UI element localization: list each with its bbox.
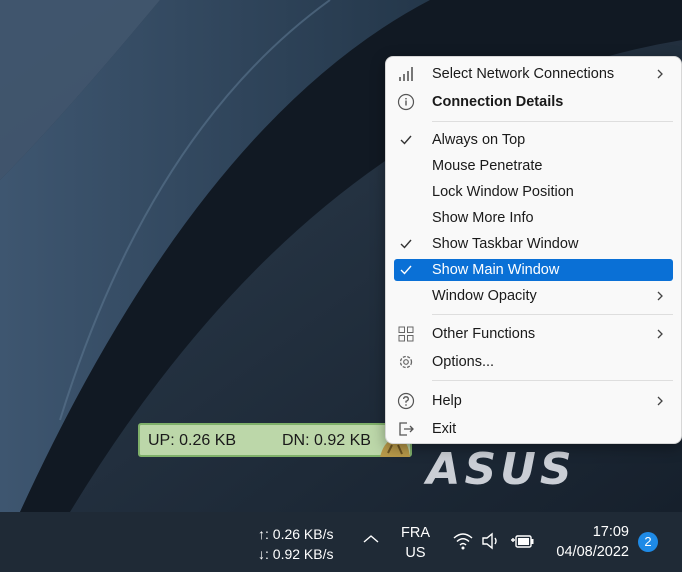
battery-plug-icon xyxy=(511,535,534,548)
taskbar: ↑: 0.26 KB/s ↓: 0.92 KB/s FRA US 17:09 0… xyxy=(0,512,682,572)
lang-primary: FRA xyxy=(401,525,430,541)
asus-logo: ASUS xyxy=(426,444,576,495)
menu-item-label: Mouse Penetrate xyxy=(432,158,543,174)
menu-item-window-opacity[interactable]: Window Opacity xyxy=(394,285,673,307)
info-icon xyxy=(396,92,416,112)
chevron-right-icon xyxy=(657,329,663,339)
menu-item-select-network-connections[interactable]: Select Network Connections xyxy=(394,63,673,85)
menu-item-label: Window Opacity xyxy=(432,288,537,304)
checkmark-icon xyxy=(396,260,416,280)
menu-item-label: Show Taskbar Window xyxy=(432,236,579,252)
menu-item-mouse-penetrate[interactable]: Mouse Penetrate xyxy=(394,155,673,177)
menu-item-options[interactable]: Options... xyxy=(394,351,673,373)
help-icon xyxy=(396,391,416,411)
menu-item-show-more-info[interactable]: Show More Info xyxy=(394,207,673,229)
chevron-right-icon xyxy=(657,396,663,406)
menu-separator xyxy=(432,380,673,381)
notification-badge[interactable]: 2 xyxy=(638,532,658,552)
checkmark-icon xyxy=(396,234,416,254)
clock-time: 17:09 xyxy=(592,524,629,540)
clock[interactable]: 17:09 04/08/2022 xyxy=(551,522,629,562)
widget-upload-speed: UP: 0.26 KB xyxy=(148,432,237,449)
menu-item-label: Always on Top xyxy=(432,132,526,148)
menu-item-label: Show More Info xyxy=(432,210,534,226)
menu-item-label: Lock Window Position xyxy=(432,184,574,200)
chevron-right-icon xyxy=(657,291,663,301)
exit-icon xyxy=(396,419,416,439)
taskbar-download-speed: ↓: 0.92 KB/s xyxy=(258,546,334,562)
menu-item-connection-details[interactable]: Connection Details xyxy=(394,91,673,113)
menu-item-label: Select Network Connections xyxy=(432,66,615,82)
menu-item-always-on-top[interactable]: Always on Top xyxy=(394,129,673,151)
speaker-icon xyxy=(482,532,497,550)
menu-item-lock-window-position[interactable]: Lock Window Position xyxy=(394,181,673,203)
input-language-indicator[interactable]: FRA US xyxy=(401,523,430,563)
menu-item-label: Help xyxy=(432,393,462,409)
signal-bars-icon xyxy=(396,64,416,84)
menu-item-label: Connection Details xyxy=(432,94,564,110)
grid-icon xyxy=(396,324,416,344)
menu-separator xyxy=(432,314,673,315)
clock-date: 04/08/2022 xyxy=(556,544,629,560)
menu-item-label: Show Main Window xyxy=(432,262,560,278)
menu-item-help[interactable]: Help xyxy=(394,390,673,412)
gear-icon xyxy=(396,352,416,372)
wifi-icon xyxy=(453,533,473,550)
menu-item-exit[interactable]: Exit xyxy=(394,418,673,440)
chevron-up-icon[interactable] xyxy=(362,533,380,545)
chevron-right-icon xyxy=(657,69,663,79)
menu-item-show-taskbar-window[interactable]: Show Taskbar Window xyxy=(394,233,673,255)
network-speed-widget[interactable]: UP: 0.26 KB DN: 0.92 KB xyxy=(138,423,412,457)
checkmark-icon xyxy=(396,130,416,150)
menu-item-label: Options... xyxy=(432,354,495,370)
menu-item-other-functions[interactable]: Other Functions xyxy=(394,323,673,345)
lang-secondary: US xyxy=(405,545,426,561)
menu-item-show-main-window[interactable]: Show Main Window xyxy=(394,259,673,281)
taskbar-upload-speed: ↑: 0.26 KB/s xyxy=(258,526,334,542)
taskbar-speed-readout[interactable]: ↑: 0.26 KB/s ↓: 0.92 KB/s xyxy=(258,524,333,564)
menu-item-label: Other Functions xyxy=(432,326,536,342)
context-menu: Select Network Connections Connection De… xyxy=(385,56,682,444)
menu-separator xyxy=(432,121,673,122)
widget-download-speed: DN: 0.92 KB xyxy=(282,432,371,449)
system-tray-icons[interactable] xyxy=(450,530,536,552)
menu-item-label: Exit xyxy=(432,421,457,437)
